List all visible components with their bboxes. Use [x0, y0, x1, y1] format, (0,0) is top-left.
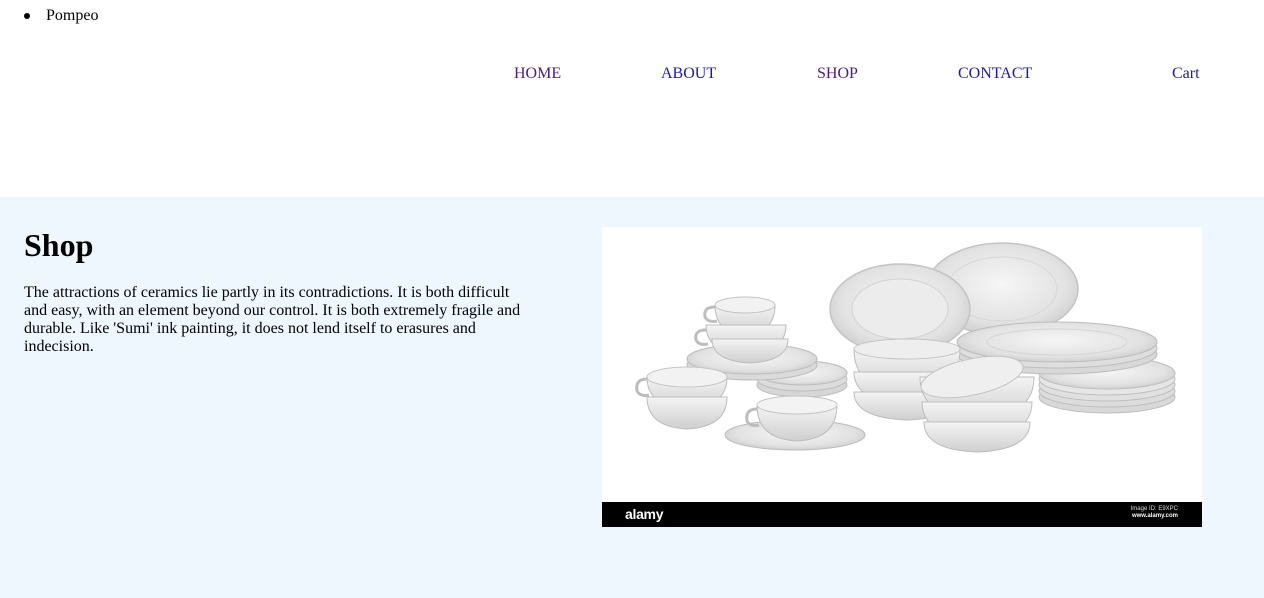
shop-description: The attractions of ceramics lie partly i…	[24, 284, 521, 355]
nav-about-link[interactable]: ABOUT	[661, 65, 716, 83]
watermark-info: Image ID: E9XPC www.alamy.com	[1131, 506, 1178, 520]
ceramics-illustration	[635, 242, 1176, 453]
brand-name: Pompeo	[46, 7, 99, 24]
nav-shop-link[interactable]: SHOP	[817, 65, 858, 83]
bullet-icon	[24, 13, 30, 19]
image-watermark-bar: alamy Image ID: E9XPC www.alamy.com	[602, 502, 1202, 527]
nav-contact-link[interactable]: CONTACT	[958, 65, 1032, 83]
image-id-text: Image ID: E9XPC	[1130, 506, 1178, 512]
cart-link[interactable]: Cart	[1172, 65, 1200, 83]
shop-section: Shop The attractions of ceramics lie par…	[0, 197, 1264, 598]
ceramics-product-image: alamy Image ID: E9XPC www.alamy.com	[602, 227, 1202, 527]
watermark-brand: alamy	[625, 506, 664, 522]
nav-home-link[interactable]: HOME	[514, 65, 561, 83]
watermark-url: www.alamy.com	[1131, 513, 1178, 519]
shop-title: Shop	[24, 227, 94, 263]
